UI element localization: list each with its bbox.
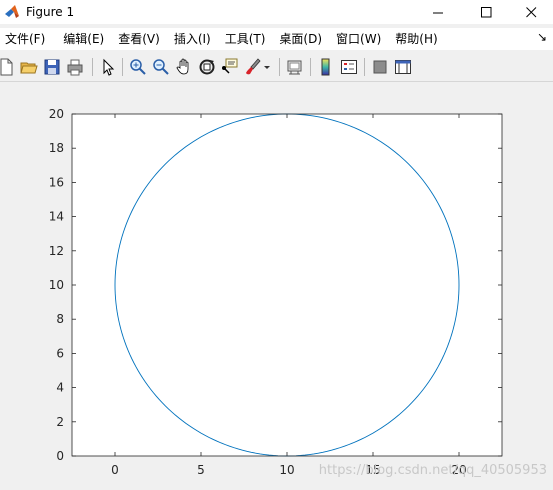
matlab-logo-icon [4,4,20,20]
menu-tools[interactable]: 工具(T) [220,28,273,50]
pan-button[interactable] [174,57,194,77]
rotate-3d-icon [199,59,215,75]
maximize-button[interactable] [463,0,509,24]
menu-bar: 文件(F) 编辑(E) 查看(V) 插入(I) 工具(T) 桌面(D) 窗口(W… [0,28,553,50]
y-tick-label: 4 [56,381,64,395]
brush-button[interactable] [243,57,263,77]
y-tick-label: 18 [49,141,64,155]
show-plot-tools-icon [395,60,411,74]
pan-icon [176,58,189,75]
new-figure-icon [0,58,13,76]
legend-button[interactable] [339,57,359,77]
save-button[interactable] [42,57,62,77]
brush-icon [246,58,261,75]
link-plot-button[interactable] [285,57,305,77]
minimize-icon [432,12,443,13]
plot-svg: 0 5 10 15 2002468101214161820 [49,107,503,477]
print-button[interactable] [65,57,85,77]
new-figure-button[interactable] [0,57,16,77]
y-tick-label: 20 [49,107,64,121]
toolbar-separator [122,58,123,76]
colorbar-icon [321,58,330,76]
zoom-out-icon [153,59,169,75]
data-cursor-icon [222,58,238,74]
zoom-in-icon [130,59,146,75]
show-plot-tools-button[interactable] [393,57,413,77]
menu-view[interactable]: 查看(V) [113,28,167,50]
close-icon [525,6,536,17]
chevron-down-icon [264,66,270,69]
rotate-3d-button[interactable] [197,57,217,77]
maximize-icon [480,6,491,17]
toolbar-separator [364,58,365,76]
colorbar-button[interactable] [316,57,336,77]
toolbar-separator [279,58,280,76]
hide-plot-tools-icon [373,60,387,74]
y-tick-label: 0 [56,449,64,463]
brush-dropdown-button[interactable] [262,57,272,77]
menu-insert[interactable]: 插入(I) [169,28,218,50]
edit-plot-button[interactable] [98,57,118,77]
legend-icon [341,60,357,74]
figure-toolbar [0,53,553,82]
close-button[interactable] [508,0,553,24]
x-tick-label: 10 [279,463,294,477]
menu-overflow-icon[interactable]: ↘ [537,30,547,44]
toolbar-separator [310,58,311,76]
edit-plot-icon [103,58,115,76]
menu-file[interactable]: 文件(F) [0,28,52,50]
y-tick-label: 16 [49,175,64,189]
menu-window[interactable]: 窗口(W) [331,28,388,50]
y-tick-label: 12 [49,244,64,258]
x-tick-label: 5 [197,463,205,477]
minimize-button[interactable] [415,0,461,24]
y-tick-label: 2 [56,415,64,429]
y-tick-label: 6 [56,346,64,360]
print-icon [67,59,83,76]
title-bar: Figure 1 [0,0,553,24]
menu-edit[interactable]: 编辑(E) [58,28,111,50]
x-tick-label: 0 [111,463,119,477]
open-file-icon [20,62,38,74]
link-plot-icon [287,60,302,75]
open-file-button[interactable] [19,57,39,77]
zoom-in-button[interactable] [128,57,148,77]
y-tick-label: 10 [49,278,64,292]
menu-desktop[interactable]: 桌面(D) [274,28,329,50]
axes-background[interactable] [72,114,502,456]
y-tick-label: 8 [56,312,64,326]
y-tick-label: 14 [49,210,64,224]
toolbar-separator [92,58,93,76]
watermark-text: https://blog.csdn.net/qq_40505953 [318,463,547,478]
hide-plot-tools-button[interactable] [370,57,390,77]
menu-help[interactable]: 帮助(H) [390,28,444,50]
zoom-out-button[interactable] [151,57,171,77]
window-title: Figure 1 [26,5,75,19]
figure-canvas: 0 5 10 15 20 0 2 4 6 8 10 12 14 16 18 20 [0,82,553,486]
data-cursor-button[interactable] [220,57,240,77]
save-icon [44,59,60,75]
